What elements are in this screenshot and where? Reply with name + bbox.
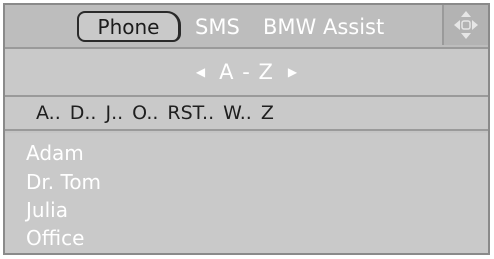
tab-bmw-assist[interactable]: BMW Assist xyxy=(263,14,384,40)
phone-book-screen: Phone SMS BMW Assist ◀ A - Z ▶ A.. D.. J… xyxy=(3,3,490,255)
tab-bmw-assist-label: BMW Assist xyxy=(263,15,385,39)
alphabet-index: A.. D.. J.. O.. RST.. W.. Z xyxy=(5,97,488,129)
sort-label: A - Z xyxy=(219,60,274,84)
four-way-controller-icon[interactable] xyxy=(442,5,488,45)
tab-sms[interactable]: SMS xyxy=(195,14,240,40)
right-arrow-icon[interactable]: ▶ xyxy=(288,65,297,79)
contact-item[interactable]: Julia xyxy=(26,198,68,222)
index-item[interactable]: RST.. xyxy=(167,102,214,124)
index-item[interactable]: A.. xyxy=(36,102,61,124)
index-item[interactable]: D.. xyxy=(70,102,97,124)
contact-item[interactable]: Office xyxy=(26,226,84,250)
contact-list: Adam Dr. Tom Julia Office xyxy=(5,133,488,253)
contact-item[interactable]: Dr. Tom xyxy=(26,170,101,194)
four-way-controller-icon-svg xyxy=(454,11,478,39)
contact-item[interactable]: Adam xyxy=(26,141,84,165)
tab-sms-label: SMS xyxy=(195,15,240,39)
index-item[interactable]: J.. xyxy=(105,102,123,124)
index-item[interactable]: Z xyxy=(261,102,274,124)
left-arrow-icon[interactable]: ◀ xyxy=(196,65,205,79)
tab-phone-label: Phone xyxy=(97,14,160,39)
tab-bar: Phone SMS BMW Assist xyxy=(5,5,488,47)
index-item[interactable]: O.. xyxy=(132,102,158,124)
index-item[interactable]: W.. xyxy=(223,102,252,124)
divider xyxy=(5,129,488,131)
sort-selector[interactable]: ◀ A - Z ▶ xyxy=(5,49,488,95)
tab-phone[interactable]: Phone xyxy=(77,11,181,42)
